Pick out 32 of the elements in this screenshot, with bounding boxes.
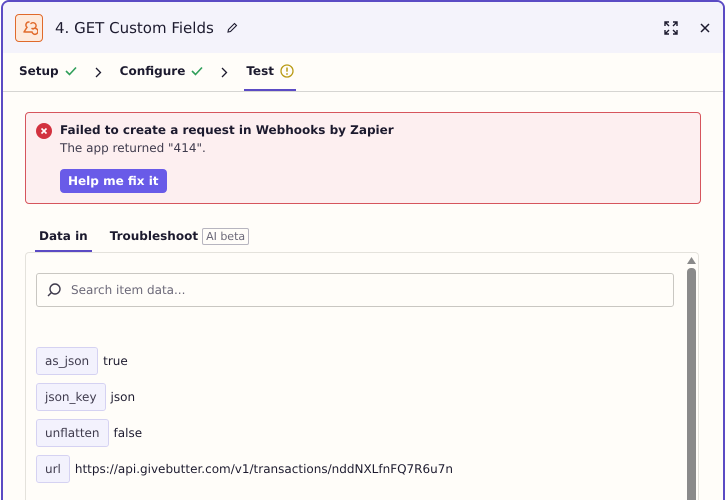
- check-icon: [64, 66, 77, 76]
- beta-badge: AI beta: [202, 228, 250, 244]
- field-value: json: [110, 390, 136, 404]
- search-icon: [46, 282, 62, 298]
- chevron-right-icon: [221, 66, 228, 78]
- field-key: as_json: [36, 347, 98, 375]
- field-value: https://api.givebutter.com/v1/transactions/nddNXLfnFQ7R6u7n: [74, 462, 453, 476]
- close-icon[interactable]: [699, 22, 711, 34]
- field-key: unflatten: [36, 419, 109, 447]
- expand-icon[interactable]: [663, 20, 679, 36]
- step-tab[interactable]: Test: [244, 53, 296, 91]
- error-icon: [36, 123, 52, 139]
- field-value: false: [114, 426, 142, 440]
- check-icon: [191, 66, 204, 76]
- window-title: 4. GET Custom Fields: [55, 18, 214, 36]
- field-key: url: [36, 455, 70, 483]
- search-field[interactable]: Search item data...: [36, 273, 674, 307]
- data-tab[interactable]: Troubleshoot AI beta: [106, 222, 254, 252]
- scrollbar-thumb[interactable]: [686, 268, 696, 500]
- warning-icon: [280, 64, 294, 78]
- chevron-right-icon: [94, 66, 102, 78]
- alert-title: Failed to create a request in Webhooks by Zapier: [60, 123, 394, 137]
- step-tab[interactable]: Setup: [17, 53, 79, 91]
- step-tab[interactable]: Configure: [118, 53, 206, 91]
- webhook-logo-icon: [15, 14, 43, 42]
- pencil-icon[interactable]: [226, 22, 238, 34]
- scroll-up-icon[interactable]: [686, 257, 696, 264]
- data-tab[interactable]: Data in: [35, 222, 92, 252]
- help-button[interactable]: Help me fix it: [60, 169, 167, 193]
- field-key: json_key: [36, 383, 106, 411]
- alert-message: The app returned "414".: [60, 141, 206, 155]
- field-value: true: [103, 354, 128, 368]
